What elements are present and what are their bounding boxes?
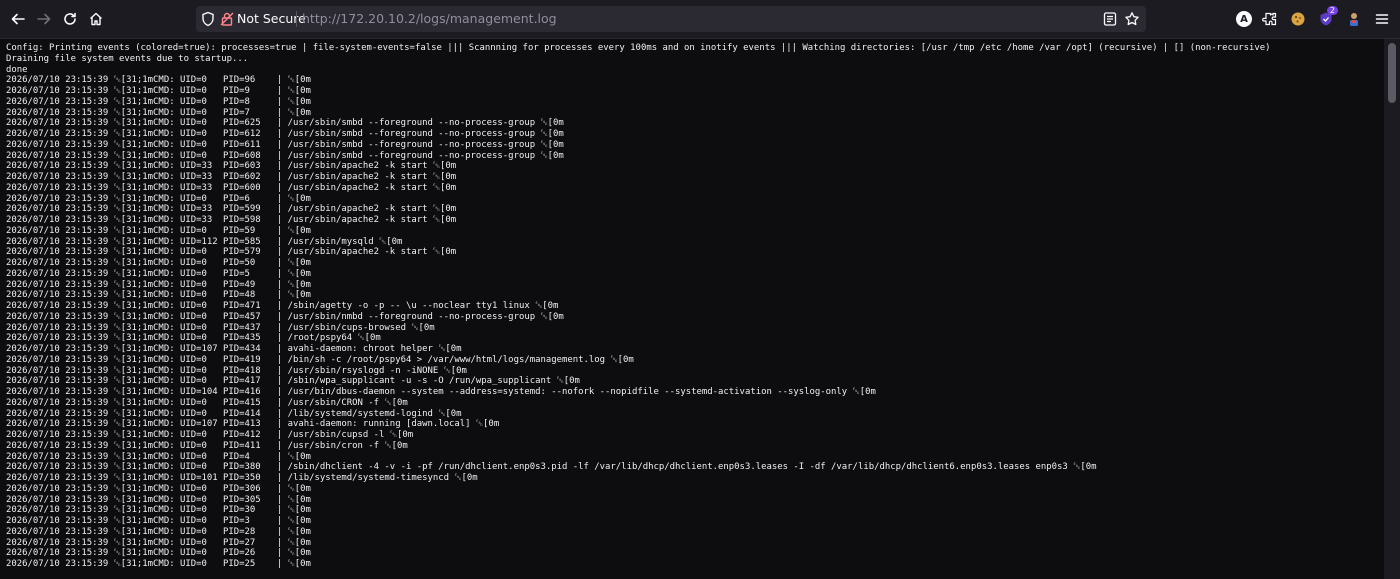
- log-entry-line: 2026/07/10 23:15:39 ␛[31;1mCMD: UID=0 PI…: [6, 75, 311, 86]
- browser-toolbar: Not Secure http://172.20.10.2/logs/manag…: [0, 0, 1400, 39]
- log-entry-line: 2026/07/10 23:15:39 ␛[31;1mCMD: UID=33 P…: [6, 215, 457, 225]
- cookie-extension[interactable]: [1288, 9, 1308, 29]
- log-header-line: Draining file system events due to start…: [6, 53, 249, 64]
- hamburger-menu-icon: [1375, 14, 1389, 24]
- log-entry-line: 2026/07/10 23:15:39 ␛[31;1mCMD: UID=0 PI…: [6, 483, 311, 494]
- log-entry-line: 2026/07/10 23:15:39 ␛[31;1mCMD: UID=0 PI…: [6, 494, 311, 505]
- log-entry-line: 2026/07/10 23:15:39 ␛[31;1mCMD: UID=0 PI…: [6, 462, 1097, 473]
- log-entry-line: 2026/07/10 23:15:39 ␛[31;1mCMD: UID=0 PI…: [6, 225, 311, 236]
- log-entry-line: 2026/07/10 23:15:39 ␛[31;1mCMD: UID=107 …: [6, 419, 500, 430]
- log-entry-line: 2026/07/10 23:15:39 ␛[31;1mCMD: UID=0 PI…: [6, 537, 311, 548]
- log-entry-line: 2026/07/10 23:15:39 ␛[31;1mCMD: UID=0 PI…: [6, 559, 311, 569]
- log-entry-line: 2026/07/10 23:15:39 ␛[31;1mCMD: UID=0 PI…: [6, 193, 311, 204]
- log-entry-line: 2026/07/10 23:15:39 ␛[31;1mCMD: UID=0 PI…: [6, 408, 462, 419]
- log-entry-line: 2026/07/10 23:15:39 ␛[31;1mCMD: UID=0 PI…: [6, 86, 311, 96]
- log-entry-line: 2026/07/10 23:15:39 ␛[31;1mCMD: UID=0 PI…: [6, 376, 580, 387]
- shield-extension[interactable]: 2: [1316, 6, 1338, 29]
- back-button[interactable]: [6, 7, 30, 31]
- log-entry-line: 2026/07/10 23:15:39 ␛[31;1mCMD: UID=0 PI…: [6, 322, 435, 333]
- forward-arrow-icon: [37, 13, 51, 25]
- forward-button[interactable]: [32, 7, 56, 31]
- reader-view-icon[interactable]: [1102, 11, 1118, 27]
- log-entry-line: 2026/07/10 23:15:39 ␛[31;1mCMD: UID=0 PI…: [6, 333, 381, 344]
- urlbar-separator: [296, 11, 297, 27]
- log-entry-line: 2026/07/10 23:15:39 ␛[31;1mCMD: UID=0 PI…: [6, 365, 467, 376]
- log-entry-line: 2026/07/10 23:15:39 ␛[31;1mCMD: UID=0 PI…: [6, 96, 311, 107]
- log-entry-line: 2026/07/10 23:15:39 ␛[31;1mCMD: UID=104 …: [6, 387, 876, 397]
- extensions-icon: [1262, 12, 1277, 26]
- log-entry-line: 2026/07/10 23:15:39 ␛[31;1mCMD: UID=0 PI…: [6, 354, 634, 365]
- log-entry-line: 2026/07/10 23:15:39 ␛[31;1mCMD: UID=33 P…: [6, 161, 457, 172]
- log-entry-line: 2026/07/10 23:15:39 ␛[31;1mCMD: UID=33 P…: [6, 172, 457, 182]
- log-entry-line: 2026/07/10 23:15:39 ␛[31;1mCMD: UID=0 PI…: [6, 279, 311, 290]
- log-entry-line: 2026/07/10 23:15:39 ␛[31;1mCMD: UID=0 PI…: [6, 268, 311, 279]
- log-entry-line: 2026/07/10 23:15:39 ␛[31;1mCMD: UID=0 PI…: [6, 430, 414, 440]
- avatar-a-icon: A: [1236, 11, 1252, 27]
- log-entry-line: 2026/07/10 23:15:39 ␛[31;1mCMD: UID=0 PI…: [6, 107, 311, 118]
- log-entry-line: 2026/07/10 23:15:39 ␛[31;1mCMD: UID=0 PI…: [6, 290, 311, 301]
- log-entry-line: 2026/07/10 23:15:39 ␛[31;1mCMD: UID=0 PI…: [6, 548, 311, 559]
- url-prefix: http://: [302, 11, 341, 26]
- log-header-line: Config: Printing events (colored=true): …: [6, 43, 1271, 53]
- reload-icon: [64, 12, 76, 25]
- log-entry-line: 2026/07/10 23:15:39 ␛[31;1mCMD: UID=0 PI…: [6, 397, 408, 408]
- log-header-line: done: [6, 64, 28, 75]
- tracking-protection-shield-icon[interactable]: [200, 11, 216, 27]
- home-button[interactable]: [84, 7, 108, 31]
- log-entry-line: 2026/07/10 23:15:39 ␛[31;1mCMD: UID=101 …: [6, 473, 478, 483]
- url-host: 172.20.10.2: [340, 11, 416, 26]
- log-entry-line: 2026/07/10 23:15:39 ␛[31;1mCMD: UID=0 PI…: [6, 258, 311, 268]
- log-entry-line: 2026/07/10 23:15:39 ␛[31;1mCMD: UID=33 P…: [6, 182, 457, 193]
- log-entry-line: 2026/07/10 23:15:39 ␛[31;1mCMD: UID=0 PI…: [6, 150, 564, 161]
- log-entry-line: 2026/07/10 23:15:39 ␛[31;1mCMD: UID=0 PI…: [6, 118, 564, 129]
- log-entry-line: 2026/07/10 23:15:39 ␛[31;1mCMD: UID=0 PI…: [6, 505, 311, 516]
- insecure-lock-icon[interactable]: [219, 11, 235, 27]
- vertical-scrollbar[interactable]: [1384, 39, 1400, 579]
- scrollbar-thumb[interactable]: [1388, 43, 1396, 103]
- log-entry-line: 2026/07/10 23:15:39 ␛[31;1mCMD: UID=0 PI…: [6, 526, 311, 537]
- log-entry-line: 2026/07/10 23:15:39 ␛[31;1mCMD: UID=0 PI…: [6, 129, 564, 139]
- log-entry-line: 2026/07/10 23:15:39 ␛[31;1mCMD: UID=0 PI…: [6, 247, 457, 258]
- address-bar[interactable]: Not Secure http://172.20.10.2/logs/manag…: [196, 6, 1146, 32]
- home-icon: [90, 12, 102, 26]
- reload-button[interactable]: [58, 7, 82, 31]
- extension-badge: 2: [1326, 6, 1338, 15]
- log-entry-line: 2026/07/10 23:15:39 ␛[31;1mCMD: UID=112 …: [6, 236, 403, 247]
- log-text: Config: Printing events (colored=true): …: [6, 43, 1378, 570]
- cookie-icon: [1291, 12, 1305, 26]
- log-entry-line: 2026/07/10 23:15:39 ␛[31;1mCMD: UID=0 PI…: [6, 311, 564, 322]
- app-menu-button[interactable]: [1372, 9, 1392, 29]
- log-entry-line: 2026/07/10 23:15:39 ␛[31;1mCMD: UID=33 P…: [6, 204, 457, 215]
- log-entry-line: 2026/07/10 23:15:39 ␛[31;1mCMD: UID=0 PI…: [6, 440, 408, 451]
- log-entry-line: 2026/07/10 23:15:39 ␛[31;1mCMD: UID=0 PI…: [6, 516, 311, 526]
- url-text[interactable]: http://172.20.10.2/logs/management.log: [302, 11, 557, 26]
- log-entry-line: 2026/07/10 23:15:39 ␛[31;1mCMD: UID=0 PI…: [6, 451, 311, 462]
- log-entry-line: 2026/07/10 23:15:39 ␛[31;1mCMD: UID=107 …: [6, 344, 462, 354]
- hacker-extension[interactable]: [1344, 9, 1364, 29]
- log-entry-line: 2026/07/10 23:15:39 ␛[31;1mCMD: UID=0 PI…: [6, 301, 559, 311]
- extensions-button[interactable]: [1260, 9, 1280, 29]
- log-content: Config: Printing events (colored=true): …: [0, 39, 1384, 579]
- back-arrow-icon: [11, 13, 25, 25]
- log-entry-line: 2026/07/10 23:15:39 ␛[31;1mCMD: UID=0 PI…: [6, 139, 564, 150]
- account-extension[interactable]: A: [1234, 9, 1254, 29]
- url-path: /logs/management.log: [415, 11, 557, 26]
- hacker-icon: [1350, 13, 1358, 26]
- bookmark-star-icon[interactable]: [1124, 11, 1140, 27]
